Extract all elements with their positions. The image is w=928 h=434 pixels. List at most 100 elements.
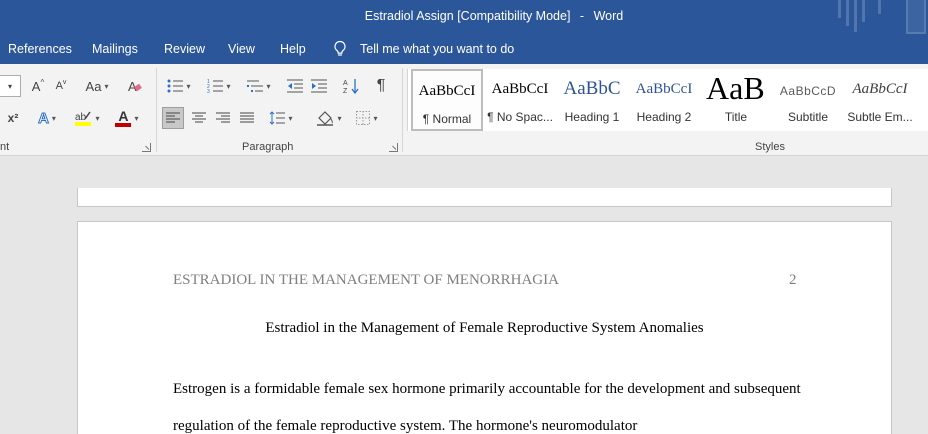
increase-indent-icon [311,79,327,93]
font-color-swatch [115,122,132,127]
change-case-icon: Aa [85,78,102,94]
style-no-spacing[interactable]: AaBbCcI ¶ No Spac... [484,69,556,131]
text-effects-icon: A [38,109,50,127]
titlebar-decoration [846,0,849,26]
running-head: ESTRADIOL IN THE MANAGEMENT OF MENORRHAG… [173,272,559,288]
font-size-dropdown[interactable]: ▾ [0,75,21,97]
grow-font-button[interactable]: A ^ [28,75,48,97]
font-color-icon: A [118,107,129,124]
highlighter-icon: ab [75,111,92,126]
line-spacing-button[interactable]: ▾ [264,107,298,129]
decrease-indent-icon [287,79,303,93]
tab-references[interactable]: References [8,42,72,56]
previous-page-bottom [77,188,892,207]
svg-text:Z: Z [343,88,348,94]
style-preview: AaB [706,70,765,106]
titlebar-decoration [878,0,881,14]
titlebar-decoration [838,0,841,18]
shrink-font-button[interactable]: Av [52,75,70,97]
eraser-icon: A [128,79,142,94]
borders-button[interactable]: ▾ [350,107,384,129]
group-label-font: nt [0,141,10,153]
ribbon-tabs: References Mailings Review View Help Tel… [0,34,928,64]
superscript-icon: x² [7,111,19,125]
document-name: Estradiol Assign [Compatibility Mode] [364,9,571,23]
titlebar-decoration [854,0,857,32]
style-name: ¶ Normal [422,112,472,126]
style-preview: AaBbCcI [635,81,693,97]
align-right-icon [216,112,230,123]
page-number: 2 [789,272,797,288]
grow-font-icon: A [31,78,41,94]
styles-gallery: AaBbCcI ¶ Normal AaBbCcI ¶ No Spac... Aa… [407,69,928,131]
align-left-button[interactable] [162,107,184,129]
app-name: Word [593,9,624,23]
align-center-icon [192,112,206,123]
style-title[interactable]: AaB Title [700,69,772,131]
style-heading-2[interactable]: AaBbCcI Heading 2 [628,69,700,131]
justify-button[interactable] [236,107,258,129]
multilevel-list-icon [247,80,264,92]
body-paragraph: Estrogen is a formidable female sex horm… [173,381,801,434]
style-subtitle[interactable]: AaBbCcD Subtitle [772,69,844,131]
group-label-styles: Styles [755,141,785,153]
tab-mailings[interactable]: Mailings [92,42,138,56]
paragraph-dialog-launcher[interactable] [389,143,398,152]
bullets-button[interactable]: ▾ [162,75,196,97]
window-title: Estradiol Assign [Compatibility Mode] - … [0,9,928,23]
svg-text:A: A [343,80,348,87]
superscript-button[interactable]: x² [4,107,22,129]
style-preview: AaBbCcI [852,81,908,97]
tab-view[interactable]: View [228,42,255,56]
ribbon: ▾ A ^ Av Aa ▾ A x² A ▾ ab ▾ A ▾ nt ▾ 1 2… [0,64,928,156]
bullets-icon [167,79,184,93]
tab-review[interactable]: Review [164,42,205,56]
style-name: ¶ No Spac... [487,110,553,124]
shrink-font-icon: A [55,80,63,92]
shading-button[interactable]: ▾ [312,107,346,129]
multilevel-list-button[interactable]: ▾ [242,75,276,97]
align-right-button[interactable] [212,107,234,129]
style-subtle-emphasis[interactable]: AaBbCcI Subtle Em... [844,69,916,131]
style-normal[interactable]: AaBbCcI ¶ Normal [411,69,483,131]
align-left-icon [166,112,180,123]
tab-help[interactable]: Help [280,42,306,56]
lightbulb-icon[interactable] [333,40,347,58]
numbering-icon: 123 [207,79,224,93]
sort-az-icon: A Z [343,79,359,94]
numbering-button[interactable]: 123 ▾ [202,75,236,97]
group-label-paragraph: Paragraph [242,141,294,153]
pilcrow-icon: ¶ [376,77,386,94]
style-name: Heading 1 [564,110,620,124]
style-heading-1[interactable]: AaBbC Heading 1 [556,69,628,131]
title-separator: - [579,9,585,23]
show-formatting-button[interactable]: ¶ [370,75,392,97]
document-page[interactable]: ESTRADIOL IN THE MANAGEMENT OF MENORRHAG… [77,221,892,434]
tell-me-search[interactable]: Tell me what you want to do [360,42,514,56]
text-highlight-button[interactable]: ab ▾ [70,107,104,129]
style-preview: AaBbCcI [418,83,476,99]
align-center-button[interactable] [188,107,210,129]
sort-button[interactable]: A Z [340,75,362,97]
titlebar-decoration [906,0,926,34]
style-name: Heading 2 [636,110,692,124]
style-preview: AaBbC [563,78,621,99]
text-effects-button[interactable]: A ▾ [32,107,62,129]
group-separator [402,68,403,152]
increase-indent-button[interactable] [308,75,330,97]
svg-text:3: 3 [207,89,210,93]
clear-formatting-button[interactable]: A [124,75,146,97]
change-case-button[interactable]: Aa ▾ [80,75,114,97]
borders-icon [356,111,371,125]
font-dialog-launcher[interactable] [142,143,151,152]
style-name: Title [724,110,748,124]
paint-bucket-icon [317,111,334,126]
gallery-edge [916,69,917,131]
style-preview: AaBbCcD [779,84,837,98]
style-preview: AaBbCcI [491,81,549,97]
font-color-button[interactable]: A ▾ [110,107,144,129]
titlebar-decoration [862,0,865,22]
line-spacing-icon [270,111,286,125]
decrease-indent-button[interactable] [284,75,306,97]
justify-icon [240,112,254,123]
